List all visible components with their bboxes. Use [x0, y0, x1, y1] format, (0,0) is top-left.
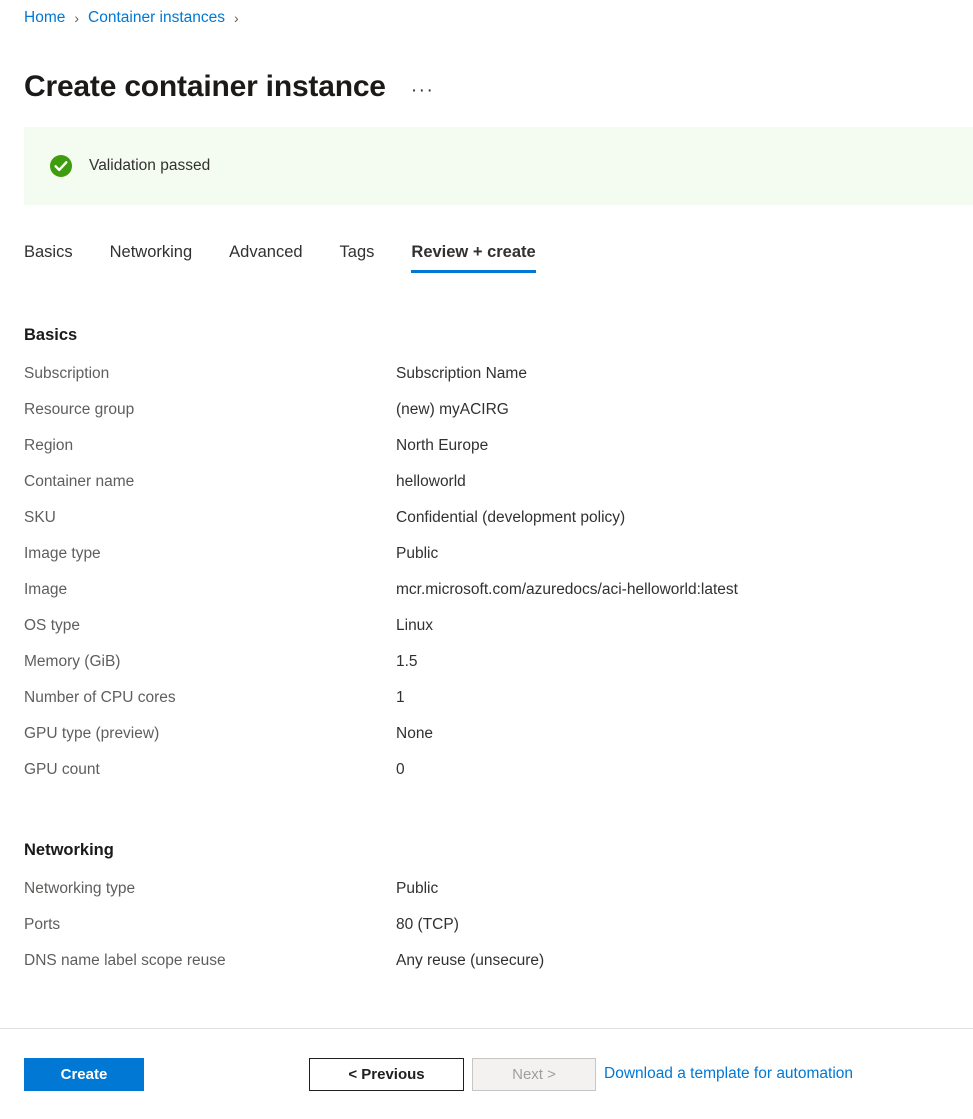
- review-summary: Basics Subscription Subscription Name Re…: [24, 326, 953, 988]
- check-circle-icon: [49, 154, 73, 178]
- summary-value: North Europe: [396, 437, 488, 455]
- section-networking: Networking Networking type Public Ports …: [24, 841, 953, 988]
- summary-value: Public: [396, 880, 438, 898]
- page-title: Create container instance: [24, 66, 386, 108]
- more-options-icon[interactable]: ···: [408, 80, 437, 102]
- section-heading-basics: Basics: [24, 326, 953, 345]
- summary-key: Memory (GiB): [24, 653, 396, 671]
- summary-value: Linux: [396, 617, 433, 635]
- breadcrumb-chevron-icon: ›: [74, 8, 79, 28]
- summary-key: Image: [24, 581, 396, 599]
- summary-row-networking-type: Networking type Public: [24, 880, 953, 916]
- tab-tags[interactable]: Tags: [340, 243, 375, 273]
- validation-banner: Validation passed: [24, 127, 973, 205]
- summary-key: Subscription: [24, 365, 396, 383]
- summary-value: Confidential (development policy): [396, 509, 625, 527]
- page-header: Create container instance ···: [24, 46, 437, 128]
- summary-row-resource-group: Resource group (new) myACIRG: [24, 401, 953, 437]
- summary-value: mcr.microsoft.com/azuredocs/aci-hellowor…: [396, 581, 738, 599]
- download-template-link[interactable]: Download a template for automation: [604, 1065, 853, 1083]
- summary-key: OS type: [24, 617, 396, 635]
- summary-row-subscription: Subscription Subscription Name: [24, 365, 953, 401]
- previous-button[interactable]: < Previous: [309, 1058, 464, 1091]
- summary-row-gpu-type: GPU type (preview) None: [24, 725, 953, 761]
- summary-key: Image type: [24, 545, 396, 563]
- summary-row-container-name: Container name helloworld: [24, 473, 953, 509]
- summary-value: 1: [396, 689, 405, 707]
- summary-value: (new) myACIRG: [396, 401, 509, 419]
- summary-value: 0: [396, 761, 405, 779]
- tab-networking[interactable]: Networking: [110, 243, 193, 273]
- wizard-footer: Create < Previous Next > Download a temp…: [0, 1029, 973, 1119]
- summary-row-ports: Ports 80 (TCP): [24, 916, 953, 952]
- summary-key: GPU type (preview): [24, 725, 396, 743]
- summary-value: Any reuse (unsecure): [396, 952, 544, 970]
- breadcrumb: Home › Container instances ›: [24, 8, 248, 28]
- section-heading-networking: Networking: [24, 841, 953, 860]
- tab-advanced[interactable]: Advanced: [229, 243, 302, 273]
- summary-row-image-type: Image type Public: [24, 545, 953, 581]
- breadcrumb-chevron-icon: ›: [234, 8, 239, 28]
- summary-row-image: Image mcr.microsoft.com/azuredocs/aci-he…: [24, 581, 953, 617]
- summary-key: DNS name label scope reuse: [24, 952, 396, 970]
- next-button: Next >: [472, 1058, 596, 1091]
- section-basics: Basics Subscription Subscription Name Re…: [24, 326, 953, 797]
- summary-row-memory: Memory (GiB) 1.5: [24, 653, 953, 689]
- summary-value: helloworld: [396, 473, 466, 491]
- summary-key: Region: [24, 437, 396, 455]
- summary-key: Ports: [24, 916, 396, 934]
- breadcrumb-item-home[interactable]: Home: [24, 8, 65, 28]
- summary-value: None: [396, 725, 433, 743]
- summary-value: 80 (TCP): [396, 916, 459, 934]
- summary-row-gpu-count: GPU count 0: [24, 761, 953, 797]
- summary-row-region: Region North Europe: [24, 437, 953, 473]
- summary-key: SKU: [24, 509, 396, 527]
- validation-message: Validation passed: [89, 157, 210, 175]
- summary-key: Resource group: [24, 401, 396, 419]
- summary-value: Public: [396, 545, 438, 563]
- wizard-tabs: Basics Networking Advanced Tags Review +…: [24, 243, 536, 273]
- summary-key: GPU count: [24, 761, 396, 779]
- summary-row-os-type: OS type Linux: [24, 617, 953, 653]
- summary-row-cpu-cores: Number of CPU cores 1: [24, 689, 953, 725]
- summary-value: 1.5: [396, 653, 418, 671]
- breadcrumb-item-container-instances[interactable]: Container instances: [88, 8, 225, 28]
- create-button[interactable]: Create: [24, 1058, 144, 1091]
- summary-row-sku: SKU Confidential (development policy): [24, 509, 953, 545]
- summary-key: Number of CPU cores: [24, 689, 396, 707]
- summary-value: Subscription Name: [396, 365, 527, 383]
- tab-review-create[interactable]: Review + create: [411, 243, 535, 273]
- summary-row-dns-name-label-scope-reuse: DNS name label scope reuse Any reuse (un…: [24, 952, 953, 988]
- tab-basics[interactable]: Basics: [24, 243, 73, 273]
- summary-key: Networking type: [24, 880, 396, 898]
- summary-key: Container name: [24, 473, 396, 491]
